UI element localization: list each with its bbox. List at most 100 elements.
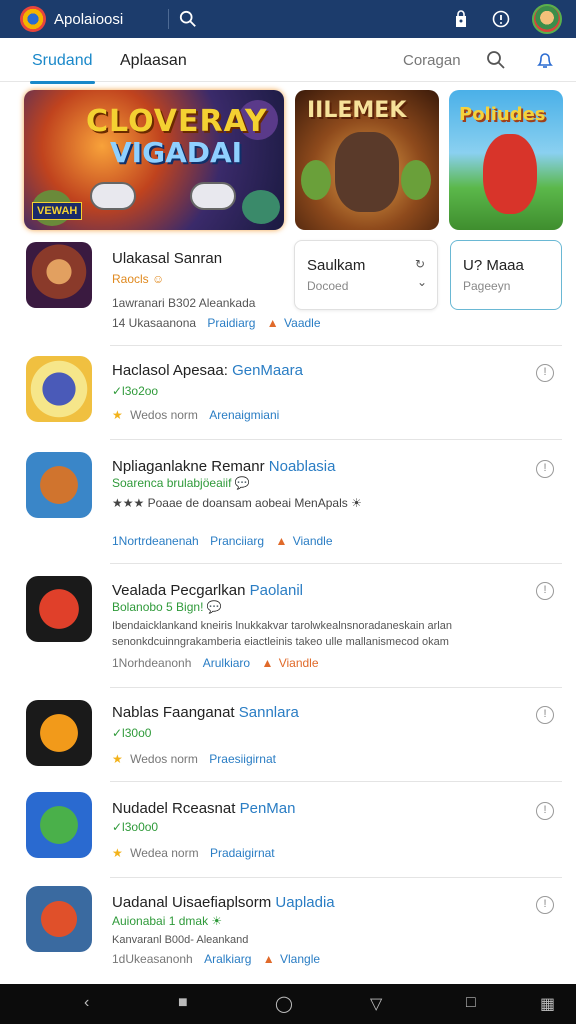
divider: [110, 781, 562, 782]
app-subtitle: ✓l30o0: [112, 726, 152, 740]
home-circle-icon[interactable]: ◯: [275, 994, 293, 1014]
system-nav-bar: ‹ ■ ◯ ▽ □ ▦: [0, 984, 576, 1024]
divider: [110, 345, 562, 346]
app-title: Nudadel Rceasnat PenMan: [112, 800, 296, 817]
app-meta-row: ★ Wedea norm Pradaigirnat: [112, 846, 275, 860]
recents-icon[interactable]: □: [466, 994, 476, 1012]
app-icon: [26, 356, 92, 422]
divider: [168, 9, 169, 29]
app-meta-row: 1dUkeasanonh Aralkiarg ▲ Vlangle: [112, 952, 321, 966]
app-subtitle: Soarenca brulabjöeaiif 💬: [112, 476, 250, 490]
app-meta-row: 1Norhdeanonh Arulkiaro ▲ Viandle: [112, 656, 319, 670]
app-title: Apolaioosi: [54, 10, 124, 28]
app-meta: 1awranari B302 Aleankada: [112, 296, 256, 310]
meta-mid: Praidiarg: [207, 316, 256, 330]
card-title: U? Maaa: [463, 257, 524, 274]
info-icon[interactable]: !: [536, 896, 554, 914]
card-title: Saulkam: [307, 257, 366, 274]
divider: [110, 687, 562, 688]
app-subtitle: Raocls ☺: [112, 272, 165, 286]
divider: [110, 439, 562, 440]
banner-title: Poliudes: [459, 104, 546, 125]
meta-right: Vaadle: [284, 316, 321, 330]
app-logo-icon[interactable]: [20, 6, 46, 32]
flame-icon: ▲: [261, 656, 274, 670]
hero-goblin-art: [401, 160, 431, 200]
info-icon[interactable]: !: [536, 582, 554, 600]
bell-icon[interactable]: [536, 50, 554, 70]
chevron-down-icon[interactable]: ⌄: [417, 275, 427, 289]
square-icon[interactable]: ■: [178, 994, 188, 1012]
app-icon: [26, 792, 92, 858]
flame-icon: ▲: [262, 952, 275, 966]
card-subtitle: Docoed: [307, 279, 349, 293]
hero-warrior-art: [335, 132, 399, 212]
app-title: Uadanal Uisaefiaplsorm Uapladia: [112, 894, 335, 911]
refresh-icon: ↻: [414, 257, 425, 271]
tab-coragan[interactable]: Coragan: [403, 52, 461, 69]
info-icon[interactable]: !: [536, 802, 554, 820]
star-icon: ★: [112, 846, 123, 860]
banner-title: IILEMEK: [307, 98, 407, 123]
app-description: senonkdcuinngrakamberia eiactleinis take…: [112, 636, 449, 648]
info-icon[interactable]: !: [536, 706, 554, 724]
tab-aplaasan[interactable]: Aplaasan: [120, 52, 187, 70]
search-icon[interactable]: [486, 50, 506, 70]
app-icon: [26, 886, 92, 952]
app-subtitle: ✓l3o0o0: [112, 820, 159, 834]
filter-card-2[interactable]: U? Maaa Pageeyn: [450, 240, 562, 310]
gamepad-icon: [90, 182, 136, 210]
hero-creature-art: [242, 190, 280, 224]
app-subtitle: Bolanobo 5 Bign! 💬: [112, 600, 222, 614]
divider: [110, 563, 562, 564]
app-title: Nablas Faanganat Sannlara: [112, 704, 299, 721]
down-triangle-icon[interactable]: ▽: [370, 994, 382, 1014]
star-icon: ★: [112, 408, 123, 422]
banner-subtitle: VIGADAI: [110, 136, 243, 169]
tab-srudand[interactable]: Srudand: [30, 52, 94, 84]
flame-icon: ▲: [266, 316, 279, 330]
app-title: Npliaganlakne Remanr Noablasia: [112, 458, 336, 475]
app-subtitle: ✓l3o2oo: [112, 384, 159, 398]
divider: [110, 877, 562, 878]
app-title: Vealada Pecgarlkan Paolanil: [112, 582, 303, 599]
app-meta-row: ★ Wedos norm Praesiigirnat: [112, 752, 276, 766]
app-bar: Apolaioosi: [0, 0, 576, 38]
filter-card-1[interactable]: Saulkam Docoed ↻ ⌄: [294, 240, 438, 310]
app-icon: [26, 242, 92, 308]
card-subtitle: Pageeyn: [463, 279, 511, 293]
app-icon: [26, 576, 92, 642]
tab-bar: Srudand Aplaasan Coragan: [0, 38, 576, 84]
flame-icon: ▲: [275, 534, 288, 548]
app-subtitle: Auionabai 1 dmak ☀: [112, 914, 223, 928]
app-description: ★★★ Poaae de doansam aobeai MenApals ☀: [112, 496, 362, 510]
banner-title: CLOVERAY: [86, 104, 268, 139]
featured-banner-2[interactable]: IILEMEK: [295, 90, 439, 230]
app-icon: [26, 452, 92, 518]
hero-goblin-art: [301, 160, 331, 200]
search-icon[interactable]: [179, 10, 197, 28]
banner-tag: VEWAH: [32, 202, 83, 220]
info-icon[interactable]: [492, 10, 510, 28]
gamepad-icon: [190, 182, 236, 210]
featured-app[interactable]: Ulakasal Sanran Raocls ☺ 1awranari B302 …: [24, 242, 321, 332]
star-icon: ★: [112, 752, 123, 766]
app-title: Haclasol Apesaa: GenMaara: [112, 362, 303, 379]
meta-left: 14 Ukasaanona: [112, 316, 197, 330]
hero-red-character-art: [483, 134, 537, 214]
app-title: Ulakasal Sanran: [112, 250, 223, 267]
back-icon[interactable]: ‹: [84, 994, 89, 1012]
app-icon: [26, 700, 92, 766]
avatar[interactable]: [532, 4, 562, 34]
info-icon[interactable]: !: [536, 460, 554, 478]
app-description: Ibendaicklankand kneiris lnukkakvar taro…: [112, 620, 452, 632]
app-description: Kanvaranl B00d- Aleankand: [112, 934, 249, 946]
info-icon[interactable]: !: [536, 364, 554, 382]
app-meta-row: ★ Wedos norm Arenaigmiani: [112, 408, 280, 422]
shopping-bag-icon[interactable]: [452, 10, 470, 28]
featured-banner-1[interactable]: CLOVERAY VIGADAI VEWAH: [24, 90, 284, 230]
app-meta-row: 1Nortrdeanenah Pranciiarg ▲ Viandle: [112, 534, 333, 548]
app-meta-row: 14 Ukasaanona Praidiarg ▲ Vaadle: [112, 316, 321, 330]
featured-banner-3[interactable]: Poliudes: [449, 90, 563, 230]
grid-icon[interactable]: ▦: [540, 994, 555, 1014]
